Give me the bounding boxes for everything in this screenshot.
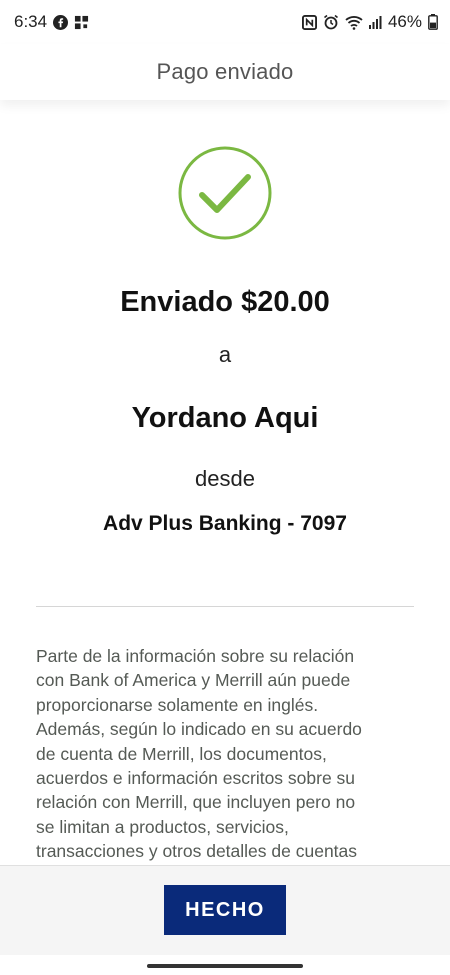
app-header: Pago enviado <box>0 44 450 100</box>
check-circle-icon <box>178 146 272 240</box>
disclaimer-line: de cuenta de Merrill, los documentos, <box>36 743 327 764</box>
disclaimer-line: transacciones y otros detalles de cuenta… <box>36 841 358 862</box>
home-handle[interactable] <box>147 964 303 968</box>
nfc-icon <box>301 14 317 30</box>
signal-icon <box>368 15 382 29</box>
done-button[interactable]: HECHO <box>164 885 286 935</box>
status-time: 6:34 <box>14 12 48 31</box>
recipient-name: Yordano Aqui <box>131 402 319 434</box>
disclaimer-line: con Bank of America y Merrill aún puede <box>36 670 351 691</box>
disclaimer-line: Parte de la información sobre su relació… <box>36 646 355 666</box>
confirmation-content[interactable]: Enviado $20.00 a Yordano Aqui desde Adv … <box>0 100 450 865</box>
system-nav-bar <box>0 955 450 975</box>
page-title: Pago enviado <box>156 59 294 84</box>
divider <box>36 606 414 607</box>
battery-icon <box>428 14 438 30</box>
status-right: 46% <box>301 12 438 32</box>
alarm-icon <box>323 14 339 30</box>
disclaimer-line: acuerdos e información escritos sobre su <box>36 768 356 789</box>
source-account: Adv Plus Banking - 7097 <box>103 512 347 535</box>
status-bar: 6:34 46% <box>0 0 450 44</box>
wifi-icon <box>345 15 363 30</box>
battery-percent: 46% <box>387 12 422 31</box>
facebook-icon <box>53 14 69 30</box>
disclaimer-line: relación con Merrill, que incluyen pero … <box>36 792 356 813</box>
disclaimer-line: Además, según lo indicado en su acuerdo <box>36 719 362 740</box>
disclaimer-text: Parte de la información sobre su relació… <box>36 644 416 864</box>
grid-app-icon <box>74 15 89 30</box>
connector-a: a <box>218 342 232 367</box>
disclaimer-line: proporcionarse solamente en inglés. <box>36 694 319 715</box>
disclaimer-line: se limitan a productos, servicios, <box>36 816 289 837</box>
sent-amount: Enviado $20.00 <box>120 286 330 318</box>
footer-bar: HECHO <box>0 865 450 955</box>
status-left: 6:34 <box>14 12 89 32</box>
connector-desde: desde <box>195 466 255 491</box>
